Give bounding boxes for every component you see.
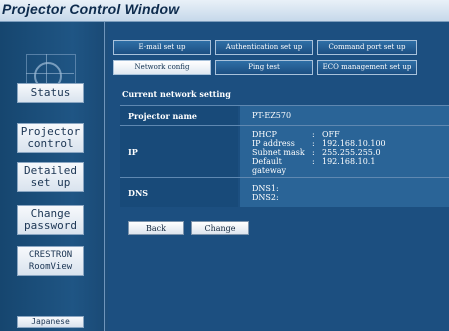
row-label: Projector name [120, 106, 238, 125]
row-value: PT-EZ570 [240, 106, 449, 125]
tab-network-config[interactable]: Network config [113, 60, 211, 75]
sidebar-item-label: CRESTRON RoomView [28, 250, 73, 272]
ip-sep: : [312, 148, 315, 157]
sidebar-item-label: Japanese [31, 317, 70, 326]
ip-value-dhcp: OFF [322, 130, 340, 139]
main-content: E-mail set up Authentication set up Comm… [108, 22, 449, 331]
tab-eco-management-set-up[interactable]: ECO management set up [317, 60, 417, 75]
ip-key-gateway: Default gateway [252, 157, 286, 175]
row-label: IP [120, 126, 238, 177]
tab-bar: E-mail set up Authentication set up Comm… [108, 22, 449, 76]
table-row-projector-name: Projector name PT-EZ570 [120, 105, 449, 125]
ip-sep: : [312, 130, 315, 139]
table-row-dns: DNS DNS1: DNS2: [120, 177, 449, 207]
table-row-ip: IP DHCP: OFF IP address:192.168.10.100 Su… [120, 125, 449, 177]
tab-authentication-set-up[interactable]: Authentication set up [215, 40, 313, 55]
row-label: DNS [120, 178, 238, 207]
tab-command-port-set-up[interactable]: Command port set up [317, 40, 417, 55]
tab-ping-test[interactable]: Ping test [215, 60, 313, 75]
row-value: DHCP: OFF IP address:192.168.10.100 Subne… [240, 126, 449, 177]
dns-2: DNS2: [252, 193, 279, 202]
sidebar: Status Projector control Detailed set up… [0, 22, 105, 331]
ip-sep: : [312, 139, 315, 148]
section-title: Current network setting [122, 89, 231, 99]
sidebar-item-crestron-roomview[interactable]: CRESTRON RoomView [17, 246, 84, 276]
sidebar-item-label: Projector control [20, 125, 81, 150]
row-value: DNS1: DNS2: [240, 178, 449, 207]
ip-sep: : [312, 157, 315, 166]
change-button[interactable]: Change [191, 221, 249, 235]
window-title: Projector Control Window [2, 1, 180, 17]
sidebar-item-japanese[interactable]: Japanese [17, 316, 84, 328]
ip-value-address: 192.168.10.100 [322, 139, 386, 148]
sidebar-item-detailed-set-up[interactable]: Detailed set up [17, 162, 84, 192]
sidebar-item-status[interactable]: Status [17, 83, 84, 103]
ip-value-gateway: 192.168.10.1 [322, 157, 376, 166]
sidebar-item-label: Change password [24, 207, 77, 232]
ip-key-dhcp: DHCP [252, 130, 277, 139]
ip-value-subnet: 255.255.255.0 [322, 148, 381, 157]
dns-1: DNS1: [252, 184, 279, 193]
ip-key-subnet: Subnet mask [252, 148, 305, 157]
tab-email-set-up[interactable]: E-mail set up [113, 40, 211, 55]
sidebar-item-projector-control[interactable]: Projector control [17, 123, 84, 153]
back-button[interactable]: Back [128, 221, 184, 235]
sidebar-item-label: Detailed set up [24, 164, 77, 189]
sidebar-item-label: Status [30, 86, 71, 99]
title-bar: Projector Control Window [0, 0, 449, 22]
sidebar-item-change-password[interactable]: Change password [17, 205, 84, 235]
ip-key-address: IP address [252, 139, 295, 148]
